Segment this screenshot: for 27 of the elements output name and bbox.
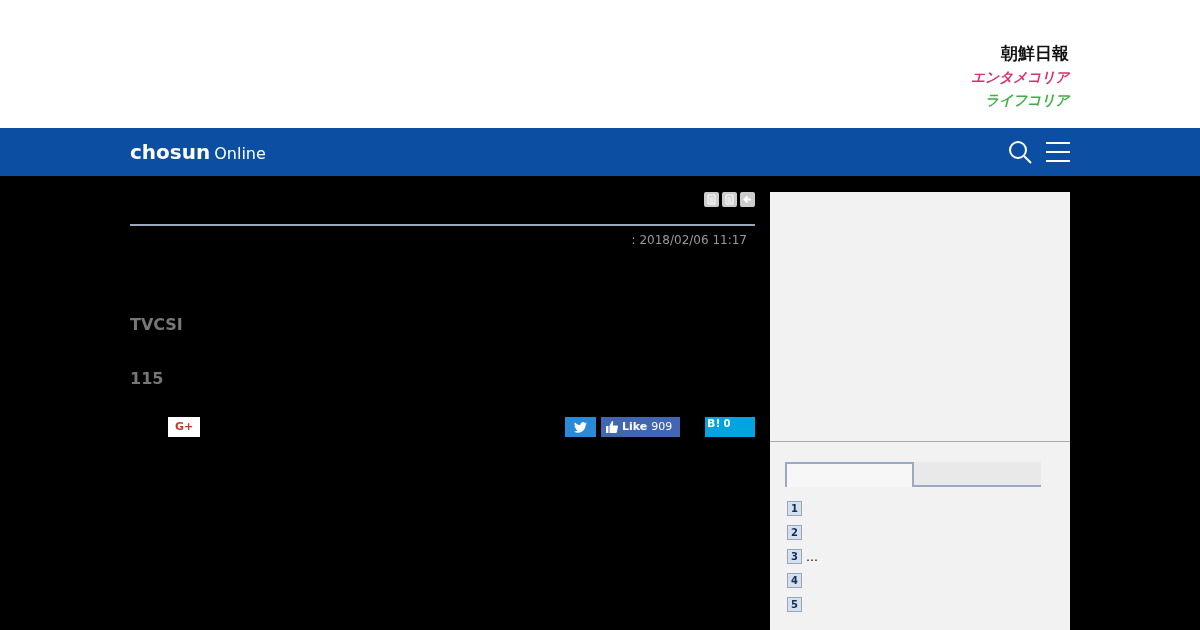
rank-number: 5 [787,597,802,612]
facebook-like-button[interactable]: Like 909 [601,417,680,437]
rank-number: 1 [787,501,802,516]
brand-suffix[interactable]: Online [214,142,266,166]
back-arrow-icon[interactable] [740,192,755,207]
thumbs-up-icon [606,421,618,433]
sidebar-tab[interactable] [914,462,1041,487]
article-text: TVCSI [130,315,184,335]
ranking-title[interactable]: … [806,547,818,566]
rank-number: 3 [787,549,802,564]
bird-icon [574,421,587,433]
brand-logo[interactable]: chosun [130,137,211,167]
print-icon[interactable] [704,192,719,207]
rank-number: 4 [787,573,802,588]
menu-icon[interactable] [1046,141,1070,163]
logo-text[interactable]: ライフコリア [985,90,1069,110]
rank-number: 2 [787,525,802,540]
logo-text[interactable]: エンタメコリア [971,67,1069,87]
publish-date: : 2018/02/06 11:17 [631,232,747,249]
google-plus-button[interactable]: G+ [168,417,200,437]
document-icon[interactable] [722,192,737,207]
article-text: 115 [130,369,165,389]
logo-text[interactable]: 朝鮮日報 [1001,42,1069,64]
hatena-bookmark-button[interactable]: B! 0 [705,417,755,437]
twitter-button[interactable] [565,417,596,437]
sidebar-tab[interactable] [785,462,914,487]
search-icon[interactable] [1008,140,1032,164]
